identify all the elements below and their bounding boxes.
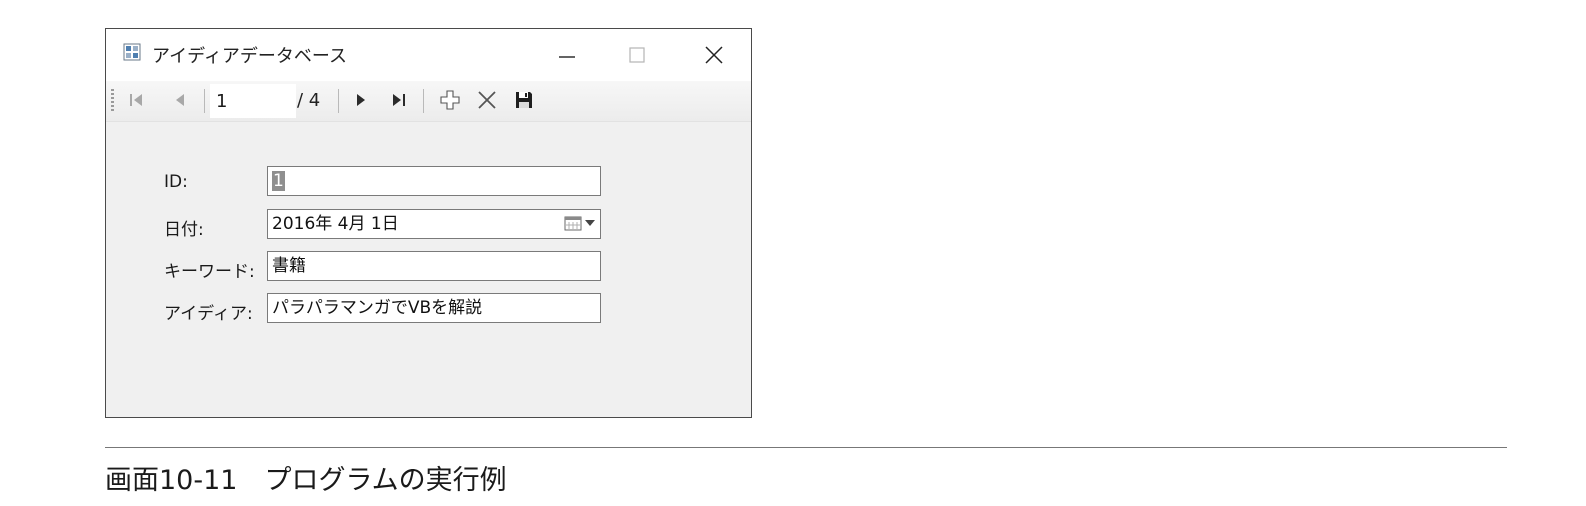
title-bar: アイディアデータベース bbox=[106, 29, 751, 81]
minimize-icon bbox=[559, 56, 575, 58]
idea-field[interactable]: パラパラマンガでVBを解説 bbox=[267, 293, 601, 323]
save-button[interactable] bbox=[512, 87, 536, 113]
add-icon bbox=[440, 90, 460, 110]
keyword-label: キーワード: bbox=[164, 262, 255, 282]
chevron-down-icon bbox=[585, 220, 595, 226]
move-first-button[interactable] bbox=[124, 87, 148, 113]
figure-caption: 画面10-11 プログラムの実行例 bbox=[105, 465, 507, 496]
delete-button[interactable] bbox=[474, 87, 500, 113]
idea-label: アイディア: bbox=[164, 304, 253, 324]
move-previous-button[interactable] bbox=[168, 87, 192, 113]
binding-navigator: / 4 bbox=[106, 81, 751, 122]
toolbar-separator bbox=[204, 89, 205, 113]
calendar-dropdown-button[interactable] bbox=[564, 215, 596, 231]
id-value: 1 bbox=[272, 171, 285, 191]
minimize-button[interactable] bbox=[538, 29, 596, 81]
toolbar-separator bbox=[423, 89, 424, 113]
move-previous-icon bbox=[176, 94, 184, 106]
move-next-button[interactable] bbox=[349, 87, 373, 113]
calendar-icon bbox=[564, 216, 582, 231]
date-picker[interactable]: 2016年 4月 1日 bbox=[267, 209, 601, 239]
caption-divider bbox=[105, 447, 1507, 448]
move-last-button[interactable] bbox=[387, 87, 411, 113]
date-value: 2016年 4月 1日 bbox=[272, 214, 399, 234]
add-new-button[interactable] bbox=[437, 87, 463, 113]
maximize-icon bbox=[629, 47, 645, 63]
keyword-field[interactable]: 書籍 bbox=[267, 251, 601, 281]
delete-icon bbox=[478, 91, 496, 109]
close-button[interactable] bbox=[685, 29, 743, 81]
date-label: 日付: bbox=[164, 220, 204, 240]
save-icon bbox=[516, 92, 532, 108]
position-input[interactable] bbox=[210, 84, 296, 118]
id-field[interactable]: 1 bbox=[267, 166, 601, 196]
move-first-icon bbox=[130, 94, 142, 106]
close-icon bbox=[705, 46, 723, 64]
app-icon bbox=[123, 43, 141, 61]
record-count: / 4 bbox=[297, 90, 321, 111]
toolbar-separator bbox=[338, 89, 339, 113]
app-window: アイディアデータベース / 4 bbox=[105, 28, 752, 418]
id-label: ID: bbox=[164, 172, 188, 192]
move-next-icon bbox=[357, 94, 365, 106]
move-last-icon bbox=[393, 94, 405, 106]
maximize-button[interactable] bbox=[608, 29, 666, 81]
toolbar-grip[interactable] bbox=[111, 89, 114, 111]
window-title: アイディアデータベース bbox=[152, 46, 347, 67]
